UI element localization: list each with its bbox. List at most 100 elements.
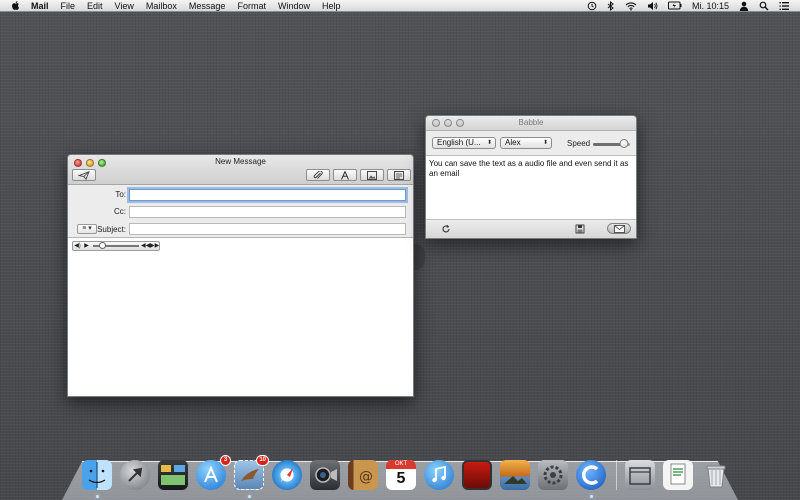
running-indicator <box>95 495 99 498</box>
menu-message[interactable]: Message <box>189 0 226 12</box>
dock-calendar[interactable]: OKT 5 <box>384 458 418 492</box>
menu-file[interactable]: File <box>61 0 76 12</box>
format-button[interactable] <box>333 169 357 181</box>
dock-mail[interactable]: 10 <box>232 455 269 498</box>
applications-folder-icon <box>625 460 655 490</box>
menu-view[interactable]: View <box>115 0 134 12</box>
speed-slider-thumb[interactable] <box>619 139 629 148</box>
send-button[interactable] <box>72 169 96 181</box>
mail-badge: 10 <box>256 455 269 466</box>
menu-format[interactable]: Format <box>237 0 266 12</box>
mail-toolbar: New Message <box>68 155 413 185</box>
dock-facetime[interactable] <box>308 458 342 492</box>
save-audio-button[interactable] <box>573 223 587 234</box>
itunes-icon <box>424 460 454 490</box>
safari-icon <box>272 460 302 490</box>
speech-text-area[interactable]: You can save the text as a audio file an… <box>426 156 636 220</box>
stationery-icon <box>394 170 404 180</box>
forward-icon[interactable]: ▶▶ <box>150 242 159 250</box>
dock: 3 10 @ OKT 5 <box>80 452 737 498</box>
notification-center-icon[interactable] <box>779 1 790 11</box>
babble-controls: English (U... ⬍ Alex ⬍ Speed <box>426 131 636 156</box>
photo-booth-icon <box>462 460 492 490</box>
menu-clock[interactable]: Mi. 10:15 <box>692 0 729 12</box>
apple-menu-icon[interactable] <box>10 0 21 11</box>
status-area: Mi. 10:15 <box>587 0 800 12</box>
stationery-button[interactable] <box>387 169 411 181</box>
user-icon[interactable] <box>739 1 749 11</box>
play-icon[interactable]: ▶ <box>82 242 91 250</box>
dock-itunes[interactable] <box>422 458 456 492</box>
dock-applications-folder[interactable] <box>623 458 657 492</box>
running-indicator <box>247 495 251 498</box>
bluetooth-icon[interactable] <box>607 0 615 11</box>
menu-window[interactable]: Window <box>278 0 310 12</box>
svg-text:@: @ <box>359 469 373 485</box>
speed-label: Speed <box>567 139 591 148</box>
save-audio-icon <box>575 224 585 233</box>
menu-bar: Mail File Edit View Mailbox Message Form… <box>0 0 800 12</box>
dock-safari[interactable] <box>270 458 304 492</box>
subject-field[interactable] <box>129 223 406 235</box>
language-select[interactable]: English (U... ⬍ <box>432 137 496 149</box>
language-select-value: English (U... <box>437 138 481 147</box>
playback-scrubber[interactable] <box>93 242 139 249</box>
calendar-month: OKT <box>386 460 416 469</box>
message-body[interactable]: ◀) ▶ ◀◀ ▶▶ <box>68 238 413 396</box>
dock-trash[interactable] <box>699 458 733 492</box>
new-message-window: New Message To: Cc: ≡ ▾ Subject: ◀) ▶ ◀◀… <box>67 154 414 397</box>
attach-icon <box>313 170 323 179</box>
to-label: To: <box>115 190 126 199</box>
speak-icon <box>442 224 450 232</box>
facetime-icon <box>310 460 340 490</box>
menu-edit[interactable]: Edit <box>87 0 103 12</box>
time-machine-icon[interactable] <box>587 1 597 11</box>
photo-browser-button[interactable] <box>360 169 384 181</box>
system-preferences-icon <box>538 460 568 490</box>
trash-icon <box>701 460 731 490</box>
dock-launchpad[interactable] <box>118 458 152 492</box>
dock-mission-control[interactable] <box>156 458 190 492</box>
dock-finder[interactable] <box>80 458 114 498</box>
dock-separator <box>616 460 617 490</box>
calendar-icon: OKT 5 <box>386 460 416 490</box>
speak-button[interactable] <box>439 223 453 234</box>
to-field[interactable] <box>129 189 406 201</box>
window-title: New Message <box>215 157 266 166</box>
message-headers: To: Cc: ≡ ▾ Subject: <box>68 185 413 238</box>
documents-stack-icon <box>663 460 693 490</box>
send-email-button[interactable] <box>607 223 631 234</box>
menu-app-name[interactable]: Mail <box>31 0 49 12</box>
subject-label: Subject: <box>97 225 126 234</box>
dock-babble[interactable] <box>574 458 608 498</box>
voice-select-value: Alex <box>505 138 521 147</box>
voice-select[interactable]: Alex ⬍ <box>500 137 552 149</box>
dock-documents-stack[interactable] <box>661 458 695 492</box>
babble-bottom-bar <box>426 220 636 238</box>
speed-slider[interactable] <box>593 139 630 148</box>
updown-arrows-icon: ⬍ <box>486 140 492 146</box>
wifi-icon[interactable] <box>625 1 637 11</box>
dock-photo-booth[interactable] <box>460 458 494 492</box>
audio-attachment-player[interactable]: ◀) ▶ ◀◀ ▶▶ <box>72 241 160 251</box>
cc-field[interactable] <box>129 206 406 218</box>
volume-icon[interactable]: ◀) <box>73 242 82 250</box>
dock-app-store[interactable]: 3 <box>194 455 231 492</box>
scrubber-knob[interactable] <box>98 242 106 249</box>
volume-icon[interactable] <box>647 1 658 11</box>
battery-icon[interactable] <box>667 1 682 10</box>
updown-arrows-icon: ⬍ <box>542 140 548 146</box>
dock-contacts[interactable]: @ <box>346 458 380 492</box>
dock-iphoto[interactable] <box>498 458 532 492</box>
babble-app-icon <box>576 460 606 490</box>
menu-mailbox[interactable]: Mailbox <box>146 0 177 12</box>
cc-label: Cc: <box>114 207 126 216</box>
dock-system-preferences[interactable] <box>536 458 570 492</box>
attach-button[interactable] <box>306 169 330 181</box>
spotlight-icon[interactable] <box>759 1 769 11</box>
launchpad-icon <box>120 460 150 490</box>
photo-browser-icon <box>367 170 377 180</box>
rewind-icon[interactable]: ◀◀ <box>141 242 150 250</box>
priority-selector[interactable]: ≡ ▾ <box>77 224 97 234</box>
menu-help[interactable]: Help <box>322 0 341 12</box>
